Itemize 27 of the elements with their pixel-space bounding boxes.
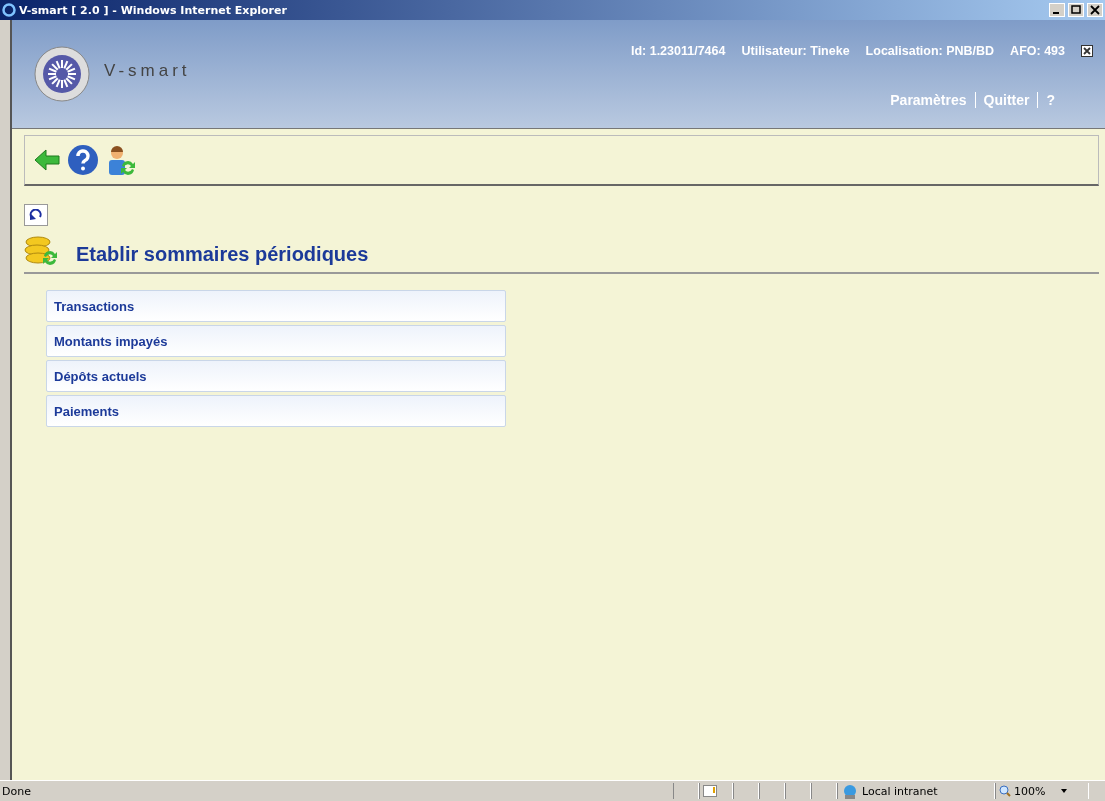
undo-button[interactable] (24, 204, 48, 226)
session-info: Id: 1.23011/7464 (630, 44, 726, 58)
status-text: Done (1, 784, 32, 798)
page-title: Etablir sommaires périodiques (76, 242, 369, 266)
coins-icon (24, 234, 58, 266)
zoom-level[interactable]: 100% (1014, 784, 1046, 798)
session-info: AFO: 493 (1010, 44, 1065, 58)
session-info: Utilisateur: Tineke (741, 44, 850, 58)
menu-item[interactable]: Dépôts actuels (46, 360, 506, 392)
dropdown-caret-icon[interactable] (1060, 788, 1069, 794)
session-info: Localisation: PNB/BD (865, 44, 995, 58)
logo-icon (34, 46, 90, 102)
help-icon[interactable] (67, 144, 99, 176)
browser-icon (2, 3, 16, 17)
logo-text: V-smart (104, 61, 191, 81)
minimize-icon[interactable] (1049, 3, 1065, 17)
window-title: V-smart [ 2.0 ] - Windows Internet Explorer (19, 3, 288, 17)
menu-item[interactable]: Montants impayés (46, 325, 506, 357)
maximize-icon[interactable] (1068, 3, 1084, 17)
back-arrow-icon[interactable] (33, 146, 61, 174)
page-icon (703, 785, 717, 797)
close-icon[interactable] (1081, 45, 1093, 57)
menu-item[interactable]: Paiements (46, 395, 506, 427)
zoom-icon[interactable] (999, 785, 1011, 797)
undo-icon (29, 209, 43, 221)
menu-item[interactable]: Transactions (46, 290, 506, 322)
zone-text: Local intranet (862, 784, 938, 798)
